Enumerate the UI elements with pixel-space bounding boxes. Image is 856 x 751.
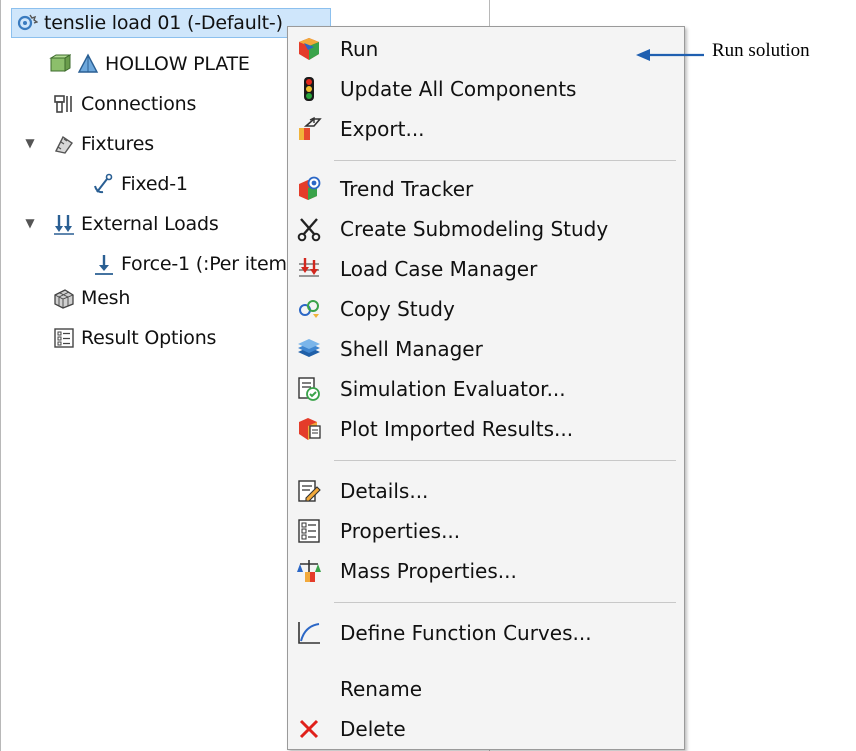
menu-item-delete[interactable]: Delete (288, 712, 684, 746)
tree-item-result-options[interactable]: Result Options (53, 321, 216, 355)
tree-item-label: Result Options (81, 327, 217, 349)
tree-item-fixed-1[interactable]: Fixed-1 (93, 167, 188, 201)
tree-item-connections[interactable]: Connections (53, 87, 196, 121)
menu-item-load-case-manager[interactable]: Load Case Manager (288, 252, 684, 286)
menu-item-run[interactable]: Run (288, 32, 684, 66)
tree-item-label: External Loads (81, 213, 219, 235)
properties-icon (298, 519, 320, 543)
menu-item-export[interactable]: Export... (288, 112, 684, 146)
trend-tracker-icon (299, 176, 321, 200)
tree-root-label: tenslie load 01 (-Default-) (44, 12, 283, 34)
tree-item-label: Fixed-1 (121, 173, 188, 195)
menu-item-trend-tracker[interactable]: Trend Tracker (288, 172, 684, 206)
tree-item-label: Fixtures (81, 133, 154, 155)
menu-item-label: Details... (340, 479, 429, 503)
mesh-icon (54, 289, 74, 309)
tree-item-fixtures[interactable]: Fixtures (53, 127, 154, 161)
context-menu: Run Update All Components Export... Tren… (287, 26, 685, 750)
tree-item-label: HOLLOW PLATE (105, 53, 250, 75)
study-icon (17, 14, 38, 31)
menu-item-define-function-curves[interactable]: Define Function Curves... (288, 616, 684, 650)
menu-item-mass-properties[interactable]: Mass Properties... (288, 554, 684, 588)
menu-item-plot-imported-results[interactable]: Plot Imported Results... (288, 412, 684, 446)
tree-item-mesh[interactable]: Mesh (53, 281, 130, 315)
menu-item-label: Copy Study (340, 297, 455, 321)
copy-study-icon (299, 300, 319, 318)
evaluator-icon (298, 377, 320, 401)
tree-item-external-loads[interactable]: External Loads (53, 207, 219, 241)
force-arrow-icon (95, 255, 113, 275)
menu-item-label: Update All Components (340, 77, 577, 101)
anchor-icon (94, 173, 113, 194)
part-status-icon (49, 54, 71, 72)
menu-separator (334, 160, 676, 161)
run-icon (299, 38, 319, 60)
menu-item-properties[interactable]: Properties... (288, 514, 684, 548)
menu-item-label: Define Function Curves... (340, 621, 592, 645)
menu-item-label: Rename (340, 677, 423, 701)
menu-item-label: Run (340, 37, 379, 61)
annotation-arrow-icon (636, 49, 704, 61)
plot-results-icon (299, 418, 321, 440)
menu-item-update-all-components[interactable]: Update All Components (288, 72, 684, 106)
menu-item-details[interactable]: Details... (288, 474, 684, 508)
details-icon (298, 480, 321, 502)
tree-item-label: Connections (81, 93, 197, 115)
menu-item-label: Trend Tracker (340, 177, 474, 201)
delete-x-icon (299, 719, 319, 739)
tree-item-force-1[interactable]: Force-1 (:Per item (93, 247, 287, 281)
mass-properties-icon (297, 560, 321, 582)
collapse-arrow-icon[interactable]: ▼ (23, 136, 37, 150)
menu-item-label: Delete (340, 717, 406, 741)
traffic-light-icon (304, 77, 314, 101)
menu-item-simulation-evaluator[interactable]: Simulation Evaluator... (288, 372, 684, 406)
menu-item-label: Mass Properties... (340, 559, 517, 583)
fixtures-icon (54, 135, 73, 154)
menu-item-copy-study[interactable]: Copy Study (288, 292, 684, 326)
menu-item-label: Shell Manager (340, 337, 483, 361)
shell-icon (298, 339, 320, 357)
menu-item-create-submodeling-study[interactable]: Create Submodeling Study (288, 212, 684, 246)
tree-root-study[interactable]: tenslie load 01 (-Default-) (11, 8, 331, 38)
tree-item-label: Force-1 (:Per item (121, 253, 287, 275)
menu-item-label: Plot Imported Results... (340, 417, 574, 441)
load-case-icon (299, 258, 319, 277)
tree-item-label: Mesh (81, 287, 131, 309)
part-icon (77, 53, 99, 73)
menu-separator (334, 460, 676, 461)
menu-item-label: Create Submodeling Study (340, 217, 609, 241)
external-loads-icon (54, 215, 74, 235)
menu-item-label: Load Case Manager (340, 257, 538, 281)
menu-item-label: Properties... (340, 519, 461, 543)
menu-item-rename[interactable]: Rename (288, 672, 684, 706)
menu-item-label: Export... (340, 117, 425, 141)
menu-item-label: Simulation Evaluator... (340, 377, 566, 401)
curve-icon (298, 622, 320, 644)
tree-item-part[interactable]: HOLLOW PLATE (49, 47, 250, 81)
export-icon (299, 116, 322, 140)
result-options-icon (54, 328, 74, 348)
menu-item-shell-manager[interactable]: Shell Manager (288, 332, 684, 366)
connections-icon (54, 95, 72, 113)
annotation-label: Run solution (712, 40, 810, 61)
scissors-icon (297, 218, 321, 242)
menu-separator (334, 602, 676, 603)
collapse-arrow-icon[interactable]: ▼ (23, 216, 37, 230)
